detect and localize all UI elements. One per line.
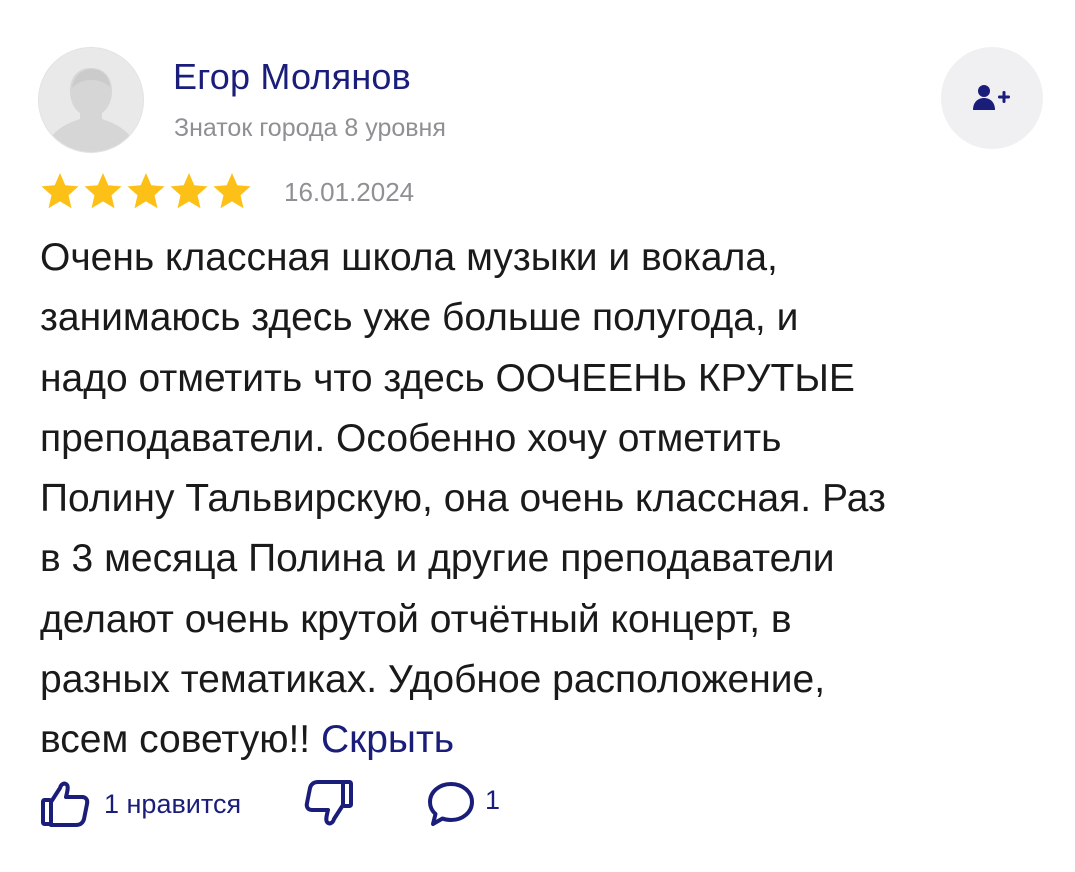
like-button[interactable]: 1 нравится xyxy=(40,778,241,830)
review-last-line: всем советую!! Скрыть xyxy=(40,710,1040,770)
subscribe-button[interactable] xyxy=(941,47,1043,149)
review-actions: 1 нравится 1 xyxy=(40,778,640,834)
review-line: делают очень крутой отчётный концерт, в xyxy=(40,597,792,641)
thumbs-up-icon xyxy=(41,781,90,827)
avatar[interactable] xyxy=(38,47,144,153)
hide-review-link[interactable]: Скрыть xyxy=(321,718,454,761)
review-line: преподаватели. Особенно хочу отметить xyxy=(40,416,782,460)
review-line: всем советую!! xyxy=(40,718,311,762)
review-date: 16.01.2024 xyxy=(284,177,415,207)
review-line: занимаюсь здесь уже больше полугода, и xyxy=(40,296,799,340)
comment-bubble-icon xyxy=(428,782,474,826)
rating-stars xyxy=(40,171,252,211)
star-icon xyxy=(127,173,165,209)
default-user-silhouette-icon xyxy=(39,48,143,152)
review-line: Очень классная школа музыки и вокала, xyxy=(40,236,778,279)
star-icon xyxy=(41,173,79,209)
thumbs-down-icon xyxy=(304,780,353,826)
review-line: Полину Тальвирскую, она очень классная. … xyxy=(40,477,886,521)
review-line: в 3 месяца Полина и другие преподаватели xyxy=(40,537,835,581)
comment-count: 1 xyxy=(485,785,501,815)
author-level: Знаток города 8 уровня xyxy=(174,114,446,142)
comments-button[interactable]: 1 xyxy=(425,778,500,830)
star-icon xyxy=(170,173,208,209)
star-icon xyxy=(213,173,251,209)
review-text: Очень классная школа музыки и вокала, за… xyxy=(40,228,1040,771)
review-line: разных тематиках. Удобное расположение, xyxy=(40,658,826,702)
star-icon xyxy=(84,173,122,209)
review-line: надо отметить что здесь ООЧЕЕНЬ КРУТЫЕ xyxy=(40,356,855,400)
dislike-button[interactable] xyxy=(302,778,354,835)
like-count-label: 1 нравится xyxy=(104,789,242,819)
add-user-icon xyxy=(973,85,1010,110)
author-name[interactable]: Егор Молянов xyxy=(173,55,411,99)
